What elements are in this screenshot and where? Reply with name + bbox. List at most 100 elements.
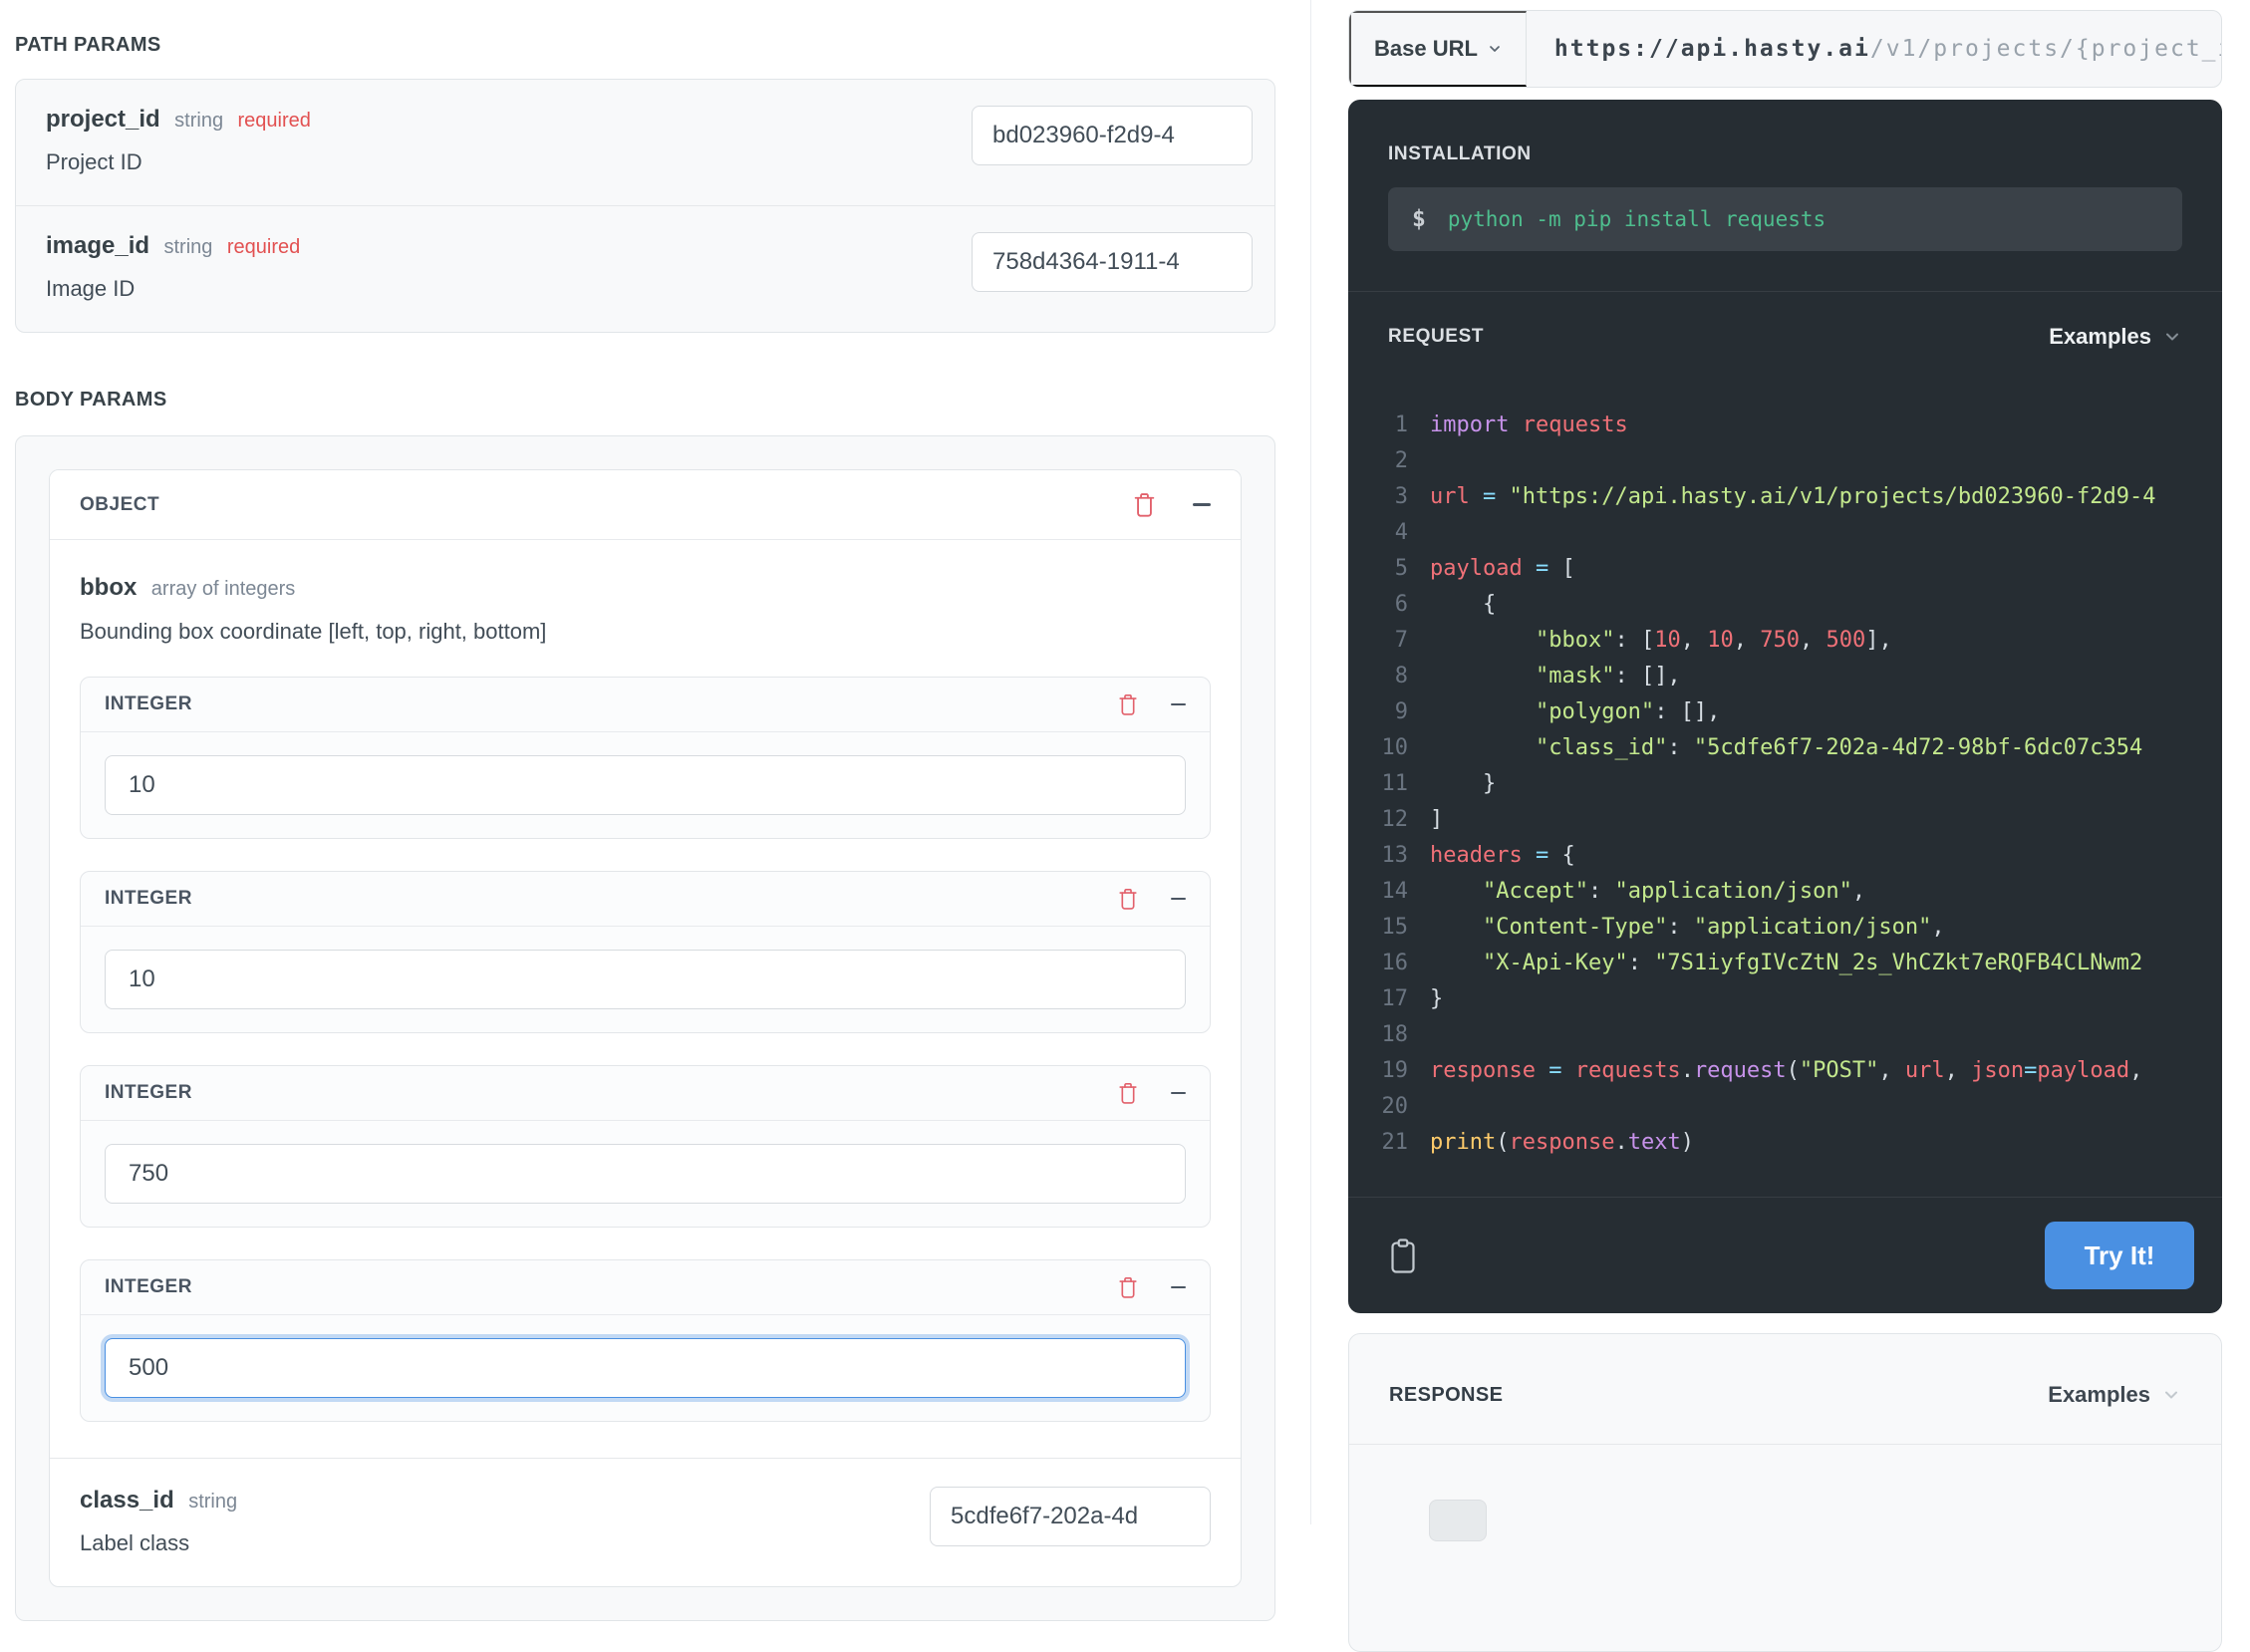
code-token: 10 (1654, 623, 1681, 659)
try-it-button[interactable]: Try It! (2045, 1222, 2194, 1289)
code-token: 500 (1826, 623, 1865, 659)
body-params-box: OBJECT bbox array of integers B (15, 435, 1275, 1621)
copy-code-button[interactable] (1388, 1238, 1418, 1274)
code-token: "mask" (1536, 659, 1614, 694)
integer-card-2: INTEGER (80, 871, 1211, 1033)
code-token: , (1852, 874, 1865, 910)
request-panel-footer: Try It! (1348, 1197, 2222, 1313)
collapse-integer-button[interactable] (1171, 703, 1186, 706)
code-line: 2 (1348, 443, 2222, 479)
delete-object-button[interactable] (1132, 491, 1157, 518)
collapse-integer-button[interactable] (1171, 898, 1186, 901)
line-number: 4 (1348, 515, 1408, 551)
code-token: , (1931, 910, 1944, 946)
code-token: = (1536, 838, 1548, 874)
code-token (1430, 874, 1483, 910)
code-token: "bbox" (1536, 623, 1614, 659)
code-token: , (1734, 623, 1761, 659)
code-token: "POST" (1800, 1053, 1878, 1089)
param-description: Project ID (46, 149, 311, 175)
params-column: PATH PARAMS project_id string required P… (0, 0, 1275, 1621)
param-row-image-id: image_id string required Image ID (16, 205, 1274, 332)
examples-label: Examples (2049, 324, 2151, 350)
bbox-right-input[interactable] (105, 1144, 1186, 1204)
code-token: print (1430, 1125, 1496, 1161)
code-token: requests (1523, 408, 1628, 443)
chevron-down-icon (2162, 327, 2182, 347)
param-name: image_id (46, 232, 149, 259)
bbox-bottom-input[interactable] (105, 1338, 1186, 1398)
code-token: : (1667, 910, 1694, 946)
code-token: "Content-Type" (1483, 910, 1667, 946)
code-token (1523, 838, 1536, 874)
code-token: ( (1787, 1053, 1800, 1089)
code-token: . (1681, 1053, 1694, 1089)
path-params-box: project_id string required Project ID im… (15, 79, 1275, 333)
image-id-input[interactable] (972, 232, 1253, 292)
class-id-input[interactable] (930, 1487, 1211, 1546)
code-token: , (1681, 623, 1708, 659)
delete-integer-button[interactable] (1117, 1081, 1139, 1105)
code-token (1496, 479, 1509, 515)
code-token: "https://api.hasty.ai/v1/projects/bd0239… (1510, 479, 2156, 515)
base-url-dropdown[interactable]: Base URL (1349, 11, 1527, 87)
line-number: 8 (1348, 659, 1408, 694)
delete-integer-button[interactable] (1117, 692, 1139, 716)
code-token (1536, 1053, 1548, 1089)
code-token: : [], (1654, 694, 1720, 730)
base-url-bar: Base URL https://api.hasty.ai/v1/project… (1348, 10, 2222, 88)
code-token: import (1430, 408, 1509, 443)
collapse-integer-button[interactable] (1171, 1286, 1186, 1289)
delete-integer-button[interactable] (1117, 887, 1139, 911)
integer-label: INTEGER (105, 1276, 1117, 1298)
code-token (1548, 551, 1561, 587)
minus-icon (1171, 1092, 1186, 1095)
bbox-top-input[interactable] (105, 950, 1186, 1009)
code-token: { (1561, 838, 1574, 874)
code-token: , (2129, 1053, 2142, 1089)
code-token: = (2024, 1053, 2037, 1089)
code-token: [ (1561, 551, 1574, 587)
collapse-object-button[interactable] (1193, 503, 1211, 506)
code-line: 12] (1348, 802, 2222, 838)
code-token: headers (1430, 838, 1523, 874)
code-editor[interactable]: 1import requests23url = "https://api.has… (1348, 370, 2222, 1197)
integer-card-header: INTEGER (81, 872, 1210, 927)
response-panel: RESPONSE Examples (1348, 1333, 2222, 1652)
code-token (1430, 659, 1536, 694)
code-line: 6 { (1348, 587, 2222, 623)
bbox-left-input[interactable] (105, 755, 1186, 815)
param-row-class-id: class_id string Label class (80, 1459, 1211, 1556)
object-card-body: bbox array of integers Bounding box coor… (50, 540, 1241, 1586)
line-number: 7 (1348, 623, 1408, 659)
code-token: } (1430, 981, 1443, 1017)
minus-icon (1171, 898, 1186, 901)
integer-card-1: INTEGER (80, 677, 1211, 839)
install-command-text: python -m pip install requests (1448, 207, 1826, 231)
bbox-type: array of integers (151, 578, 296, 600)
param-description: Image ID (46, 276, 300, 302)
minus-icon (1171, 703, 1186, 706)
line-number: 11 (1348, 766, 1408, 802)
response-examples-dropdown[interactable]: Examples (2048, 1382, 2181, 1408)
param-row-project-id: project_id string required Project ID (16, 80, 1274, 205)
code-token: : (1588, 874, 1615, 910)
line-number: 13 (1348, 838, 1408, 874)
request-heading: REQUEST (1388, 326, 1484, 348)
install-command[interactable]: $ python -m pip install requests (1388, 187, 2182, 251)
collapse-integer-button[interactable] (1171, 1092, 1186, 1095)
installation-heading: INSTALLATION (1388, 143, 2182, 165)
code-token: "class_id" (1536, 730, 1667, 766)
code-token: response (1509, 1125, 1614, 1161)
integer-card-header: INTEGER (81, 1066, 1210, 1121)
code-token: , (1878, 1053, 1905, 1089)
response-example-pill[interactable] (1429, 1500, 1487, 1541)
request-examples-dropdown[interactable]: Examples (2049, 324, 2182, 350)
code-token (1509, 408, 1522, 443)
response-heading: RESPONSE (1389, 1384, 1503, 1407)
code-line: 5payload = [ (1348, 551, 2222, 587)
code-token: url (1905, 1053, 1945, 1089)
project-id-input[interactable] (972, 106, 1253, 165)
delete-integer-button[interactable] (1117, 1275, 1139, 1299)
line-number: 2 (1348, 443, 1408, 479)
